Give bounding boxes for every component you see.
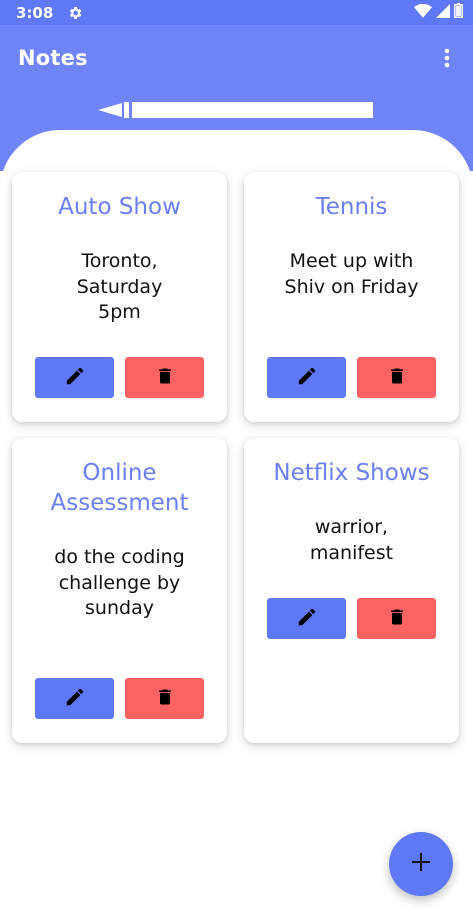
pencil-icon	[64, 365, 86, 391]
delete-note-button[interactable]	[357, 357, 436, 398]
note-card: Online Assessment do the coding challeng…	[12, 438, 227, 743]
trash-icon	[155, 686, 175, 712]
note-body: Toronto, Saturday 5pm	[76, 250, 163, 323]
edit-note-button[interactable]	[267, 357, 346, 398]
wifi-icon	[414, 3, 432, 22]
battery-icon	[454, 3, 463, 22]
note-card: Tennis Meet up with Shiv on Friday	[244, 172, 459, 422]
edit-note-button[interactable]	[267, 598, 346, 639]
delete-note-button[interactable]	[125, 357, 204, 398]
note-title: Netflix Shows	[273, 460, 430, 486]
note-title: Online Assessment	[50, 460, 189, 516]
note-body: warrior, manifest	[309, 516, 394, 564]
note-body: do the coding challenge by sunday	[54, 546, 185, 619]
status-bar: 3:08	[0, 0, 473, 25]
pencil-icon	[64, 686, 86, 712]
edit-note-button[interactable]	[35, 357, 114, 398]
note-card: Netflix Shows warrior, manifest	[244, 438, 459, 743]
trash-icon	[387, 606, 407, 632]
plus-icon	[411, 852, 431, 876]
note-title: Auto Show	[58, 194, 181, 220]
app-bar: Notes	[0, 25, 473, 91]
overflow-menu-icon[interactable]	[435, 46, 459, 70]
note-body: Meet up with Shiv on Friday	[284, 250, 419, 298]
delete-note-button[interactable]	[125, 678, 204, 719]
pencil-icon	[296, 365, 318, 391]
pencil-icon	[296, 606, 318, 632]
delete-note-button[interactable]	[357, 598, 436, 639]
note-card: Auto Show Toronto, Saturday 5pm	[12, 172, 227, 422]
signal-icon	[436, 3, 450, 22]
app-title: Notes	[18, 46, 88, 70]
edit-note-button[interactable]	[35, 678, 114, 719]
trash-icon	[387, 365, 407, 391]
trash-icon	[155, 365, 175, 391]
status-time: 3:08	[16, 3, 54, 22]
settings-gear-icon	[67, 5, 83, 21]
status-icons	[414, 3, 463, 22]
add-note-button[interactable]	[389, 832, 453, 896]
pencil-illustration-icon	[98, 100, 374, 124]
note-title: Tennis	[315, 194, 388, 220]
